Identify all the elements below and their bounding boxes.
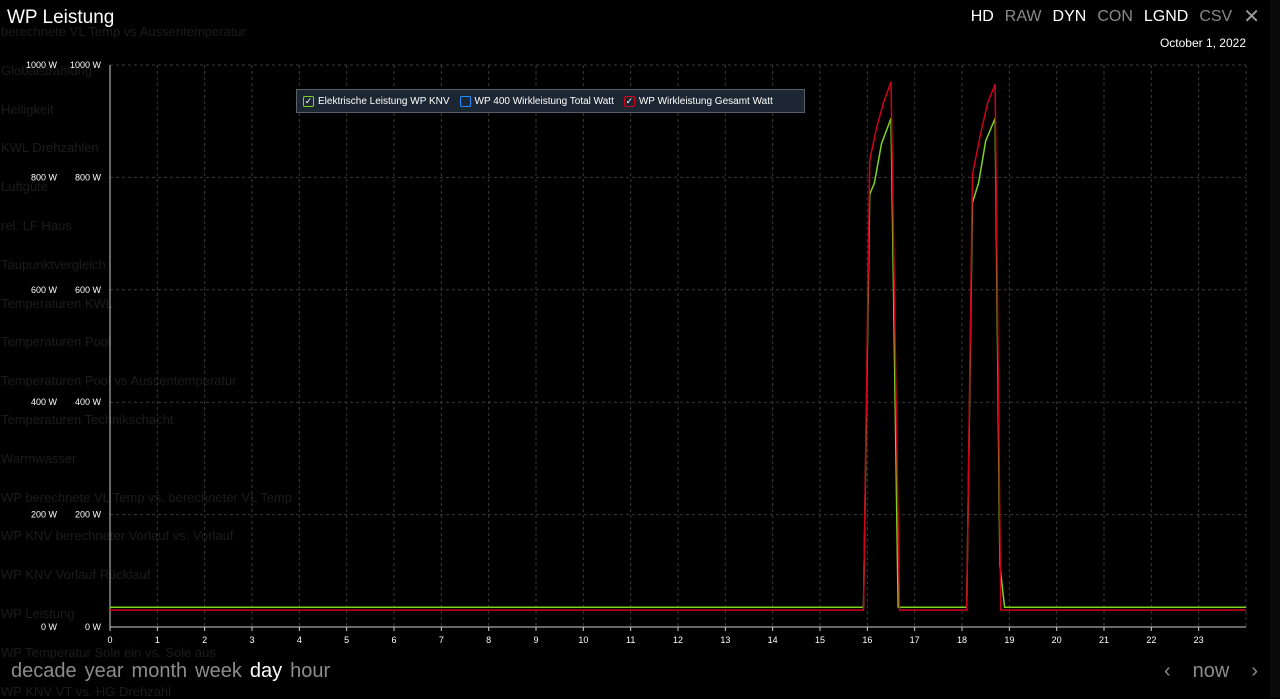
- x-tick-label: 23: [1194, 635, 1204, 645]
- x-tick-label: 16: [862, 635, 872, 645]
- x-tick-label: 3: [249, 635, 254, 645]
- y-tick-label-left: 600 W: [31, 285, 58, 295]
- x-tick-label: 9: [533, 635, 538, 645]
- range-day-button[interactable]: day: [250, 660, 282, 683]
- y-tick-label-left: 1000 W: [26, 60, 58, 70]
- y-tick-label-left: 0 W: [41, 622, 58, 632]
- toolbar: HD RAW DYN CON LGND CSV ✕: [971, 7, 1260, 27]
- legend-item[interactable]: ✓ WP Wirkleistung Gesamt Watt: [623, 95, 773, 107]
- x-tick-label: 12: [673, 635, 683, 645]
- x-tick-label: 10: [578, 635, 588, 645]
- x-tick-label: 4: [297, 635, 302, 645]
- close-icon[interactable]: ✕: [1243, 7, 1260, 27]
- y-tick-label-right: 0 W: [85, 622, 102, 632]
- chart-legend: ✓ Elektrische Leistung WP KNV WP 400 Wirkl…: [296, 89, 805, 113]
- toolbar-raw-button[interactable]: RAW: [1005, 8, 1042, 26]
- toolbar-lgnd-button[interactable]: LGND: [1144, 8, 1188, 26]
- legend-label: Elektrische Leistung WP KNV: [318, 95, 450, 107]
- range-year-button[interactable]: year: [85, 660, 124, 683]
- y-tick-label-left: 800 W: [31, 172, 58, 182]
- x-tick-label: 13: [720, 635, 730, 645]
- x-tick-label: 1: [155, 635, 160, 645]
- range-selector: decade year month week day hour: [11, 660, 330, 683]
- toolbar-con-button[interactable]: CON: [1097, 8, 1133, 26]
- y-tick-label-left: 200 W: [31, 510, 58, 520]
- y-tick-label-right: 800 W: [75, 172, 102, 182]
- range-month-button[interactable]: month: [132, 660, 188, 683]
- y-tick-label-right: 1000 W: [70, 60, 102, 70]
- next-arrow-icon[interactable]: ›: [1251, 660, 1258, 683]
- x-tick-label: 0: [107, 635, 112, 645]
- y-tick-label-left: 400 W: [31, 397, 58, 407]
- toolbar-hd-button[interactable]: HD: [971, 8, 994, 26]
- checkbox-checked-icon[interactable]: ✓: [623, 95, 635, 107]
- legend-item[interactable]: WP 400 Wirkleistung Total Watt: [459, 95, 614, 107]
- checkbox-unchecked-icon[interactable]: [459, 95, 471, 107]
- range-decade-button[interactable]: decade: [11, 660, 77, 683]
- x-tick-label: 6: [391, 635, 396, 645]
- range-hour-button[interactable]: hour: [290, 660, 330, 683]
- x-tick-label: 18: [957, 635, 967, 645]
- prev-arrow-icon[interactable]: ‹: [1164, 660, 1171, 683]
- legend-label: WP Wirkleistung Gesamt Watt: [638, 95, 773, 107]
- scrollbar[interactable]: [1270, 0, 1280, 697]
- toolbar-dyn-button[interactable]: DYN: [1053, 8, 1087, 26]
- y-tick-label-right: 200 W: [75, 510, 102, 520]
- x-tick-label: 19: [1004, 635, 1014, 645]
- checkbox-checked-icon[interactable]: ✓: [303, 95, 314, 107]
- legend-label: WP 400 Wirkleistung Total Watt: [474, 95, 614, 107]
- chart-title: WP Leistung: [7, 7, 115, 28]
- x-tick-label: 5: [344, 635, 349, 645]
- x-tick-label: 14: [768, 635, 778, 645]
- y-tick-label-right: 600 W: [75, 285, 102, 295]
- legend-item[interactable]: ✓ Elektrische Leistung WP KNV: [303, 95, 450, 107]
- x-tick-label: 11: [626, 635, 635, 645]
- now-button[interactable]: now: [1193, 660, 1230, 683]
- x-tick-label: 15: [815, 635, 825, 645]
- x-tick-label: 2: [202, 635, 207, 645]
- x-tick-label: 17: [910, 635, 920, 645]
- x-tick-label: 22: [1146, 635, 1156, 645]
- background-list-item[interactable]: WP KNV VT vs. HG Drehzahl: [1, 684, 171, 699]
- x-tick-label: 21: [1099, 635, 1109, 645]
- chart-date: October 1, 2022: [1159, 36, 1246, 50]
- x-tick-label: 7: [439, 635, 444, 645]
- y-tick-label-right: 400 W: [75, 397, 102, 407]
- time-navigation: ‹ now ›: [1164, 660, 1258, 683]
- x-tick-label: 20: [1052, 635, 1062, 645]
- x-tick-label: 8: [486, 635, 491, 645]
- range-week-button[interactable]: week: [195, 660, 242, 683]
- toolbar-csv-button[interactable]: CSV: [1199, 8, 1232, 26]
